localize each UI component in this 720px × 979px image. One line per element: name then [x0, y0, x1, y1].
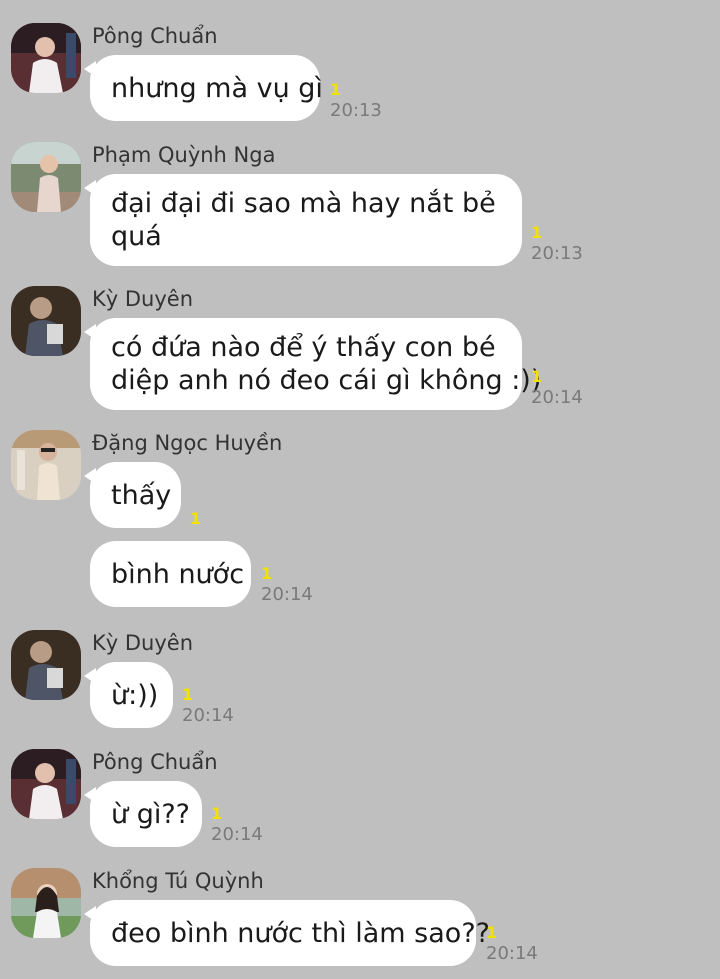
message-bubble[interactable]: ừ:)) [84, 662, 173, 728]
message-bubble[interactable]: nhưng mà vụ gì [84, 55, 323, 121]
timestamp: 20:14 [486, 943, 538, 964]
unread-count: 1 [486, 923, 498, 942]
avatar[interactable] [11, 630, 81, 700]
unread-count: 1 [531, 367, 543, 386]
timestamp: 20:14 [261, 584, 313, 605]
sender-name: Kỳ Duyên [92, 287, 194, 311]
message-bubble[interactable]: đeo bình nước thì làm sao?? [84, 900, 490, 966]
avatar[interactable] [11, 23, 81, 93]
sender-name: Kỳ Duyên [92, 631, 194, 655]
message-text: diệp anh nó đeo cái gì không :)) [111, 365, 542, 396]
unread-count: 1 [531, 223, 543, 242]
avatar[interactable] [11, 430, 81, 500]
sender-name: Phạm Quỳnh Nga [92, 143, 276, 167]
message-bubble[interactable]: bình nước [90, 541, 251, 607]
avatar[interactable] [11, 286, 81, 356]
avatar[interactable] [11, 868, 81, 938]
message-text: nhưng mà vụ gì [111, 72, 323, 104]
avatar[interactable] [11, 749, 81, 819]
sender-name: Pông Chuẩn [92, 750, 218, 774]
timestamp: 20:13 [531, 243, 583, 264]
unread-count: 1 [211, 804, 223, 823]
message-text: có đứa nào để ý thấy con bé [111, 332, 496, 363]
timestamp: 20:14 [182, 705, 234, 726]
sender-name: Khổng Tú Quỳnh [92, 869, 264, 893]
timestamp: 20:13 [330, 100, 382, 121]
message-text: ừ gì?? [111, 798, 190, 830]
message-bubble[interactable]: thấy [84, 462, 181, 528]
avatar[interactable] [11, 142, 81, 212]
message-text: ừ:)) [111, 679, 159, 711]
sender-name: Đặng Ngọc Huyền [92, 431, 283, 455]
message-text: đại đại đi sao mà hay nắt bẻ [111, 188, 496, 219]
message-bubble[interactable]: đại đại đi sao mà hay nắt bẻ quá [84, 174, 522, 266]
message-text: quá [111, 221, 162, 252]
unread-count: 1 [330, 80, 342, 99]
unread-count: 1 [190, 509, 202, 528]
timestamp: 20:14 [211, 824, 263, 845]
unread-count: 1 [261, 564, 273, 583]
sender-name: Pông Chuẩn [92, 24, 218, 48]
message-bubble[interactable]: ừ gì?? [84, 781, 202, 847]
message-text: bình nước [111, 558, 245, 590]
message-bubble[interactable]: có đứa nào để ý thấy con bé diệp anh nó … [84, 318, 542, 410]
unread-count: 1 [182, 685, 194, 704]
message-text: thấy [111, 479, 172, 511]
message-text: đeo bình nước thì làm sao?? [111, 917, 490, 949]
timestamp: 20:14 [531, 387, 583, 408]
